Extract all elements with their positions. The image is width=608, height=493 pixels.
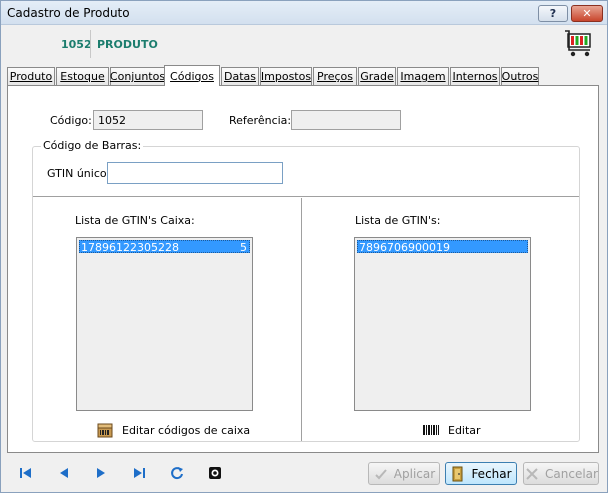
cancel-icon [526,467,538,480]
tab-produto[interactable]: Produto [7,67,55,85]
tab-conjuntos[interactable]: Conjuntos [110,67,165,85]
shopping-cart-icon [565,30,591,57]
previous-record-button[interactable] [56,465,72,481]
column-divider [301,198,302,441]
cancel-label: Cancelar [545,466,598,481]
product-name: PRODUTO [97,38,158,51]
product-register-window: Cadastro de Produto ? ✕ 1052 PRODUTO Pro… [0,0,608,493]
barcode-icon [423,425,439,435]
edit-caixa-codes-button[interactable]: Editar códigos de caixa [96,421,250,439]
window-title: Cadastro de Produto [7,6,130,20]
tab-internos[interactable]: Internos [450,67,500,85]
gtin-unico-label: GTIN único: [47,167,111,180]
close-button[interactable]: Fechar [445,462,517,485]
edit-gtin-label: Editar [448,423,481,437]
gtin-unico-input[interactable] [107,162,283,184]
caixa-list-label: Lista de GTIN's Caixa: [75,214,195,227]
referencia-field[interactable] [291,110,401,130]
search-record-button[interactable] [207,465,223,481]
group-divider [33,196,579,197]
barcode-groupbox: Código de Barras: GTIN único: Lista de G… [32,139,580,442]
apply-icon [375,468,387,479]
close-label: Fechar [471,466,512,481]
edit-gtin-button[interactable]: Editar [422,421,481,439]
footer-bar: Aplicar Fechar Cancelar [1,456,607,492]
first-record-icon [20,468,31,478]
door-exit-icon [452,466,463,481]
cancel-button[interactable]: Cancelar [523,462,599,485]
next-record-button[interactable] [93,465,109,481]
tab-imagem[interactable]: Imagem [397,67,449,85]
gtin-list-item[interactable]: 7896706900019 [357,240,528,254]
previous-record-icon [60,468,68,478]
edit-caixa-codes-label: Editar códigos de caixa [122,423,251,437]
codigo-label: Código: [50,114,92,127]
referencia-label: Referência: [229,114,292,127]
product-code: 1052 [61,38,92,51]
gtin-list[interactable]: 7896706900019 [354,237,531,411]
header-divider [90,30,91,58]
refresh-icon [171,467,183,480]
product-header: 1052 PRODUTO [1,26,607,63]
apply-label: Aplicar [393,466,436,481]
tab-precos[interactable]: Preços [313,67,357,85]
caixa-list-item[interactable]: 17896122305228 5 [79,240,250,254]
tab-impostos[interactable]: Impostos [260,67,312,85]
first-record-button[interactable] [18,465,34,481]
close-window-button[interactable]: ✕ [571,5,603,22]
caixa-item-gtin: 17896122305228 [81,241,179,254]
gtin-list-label: Lista de GTIN's: [355,214,441,227]
barcode-group-label: Código de Barras: [41,139,144,152]
tab-estoque[interactable]: Estoque [56,67,109,85]
tab-codigos[interactable]: Códigos [164,65,220,86]
tab-outros[interactable]: Outros [501,67,539,85]
tab-datas[interactable]: Datas [221,67,259,85]
caixa-gtin-list[interactable]: 17896122305228 5 [76,237,253,411]
help-button[interactable]: ? [538,5,568,22]
box-barcode-icon [97,423,113,438]
codigos-tab-page: Código: 1052 Referência: Código de Barra… [7,85,599,453]
title-bar: Cadastro de Produto ? ✕ [1,1,607,25]
tab-grade[interactable]: Grade [358,67,396,85]
apply-button[interactable]: Aplicar [368,462,440,485]
caixa-item-qty: 5 [240,241,247,254]
last-record-button[interactable] [131,465,147,481]
next-record-icon [97,468,105,478]
record-search-icon [209,467,221,479]
last-record-icon [134,468,145,478]
codigo-field[interactable]: 1052 [93,110,203,130]
refresh-button[interactable] [169,465,185,481]
gtin-item-value: 7896706900019 [359,241,450,254]
